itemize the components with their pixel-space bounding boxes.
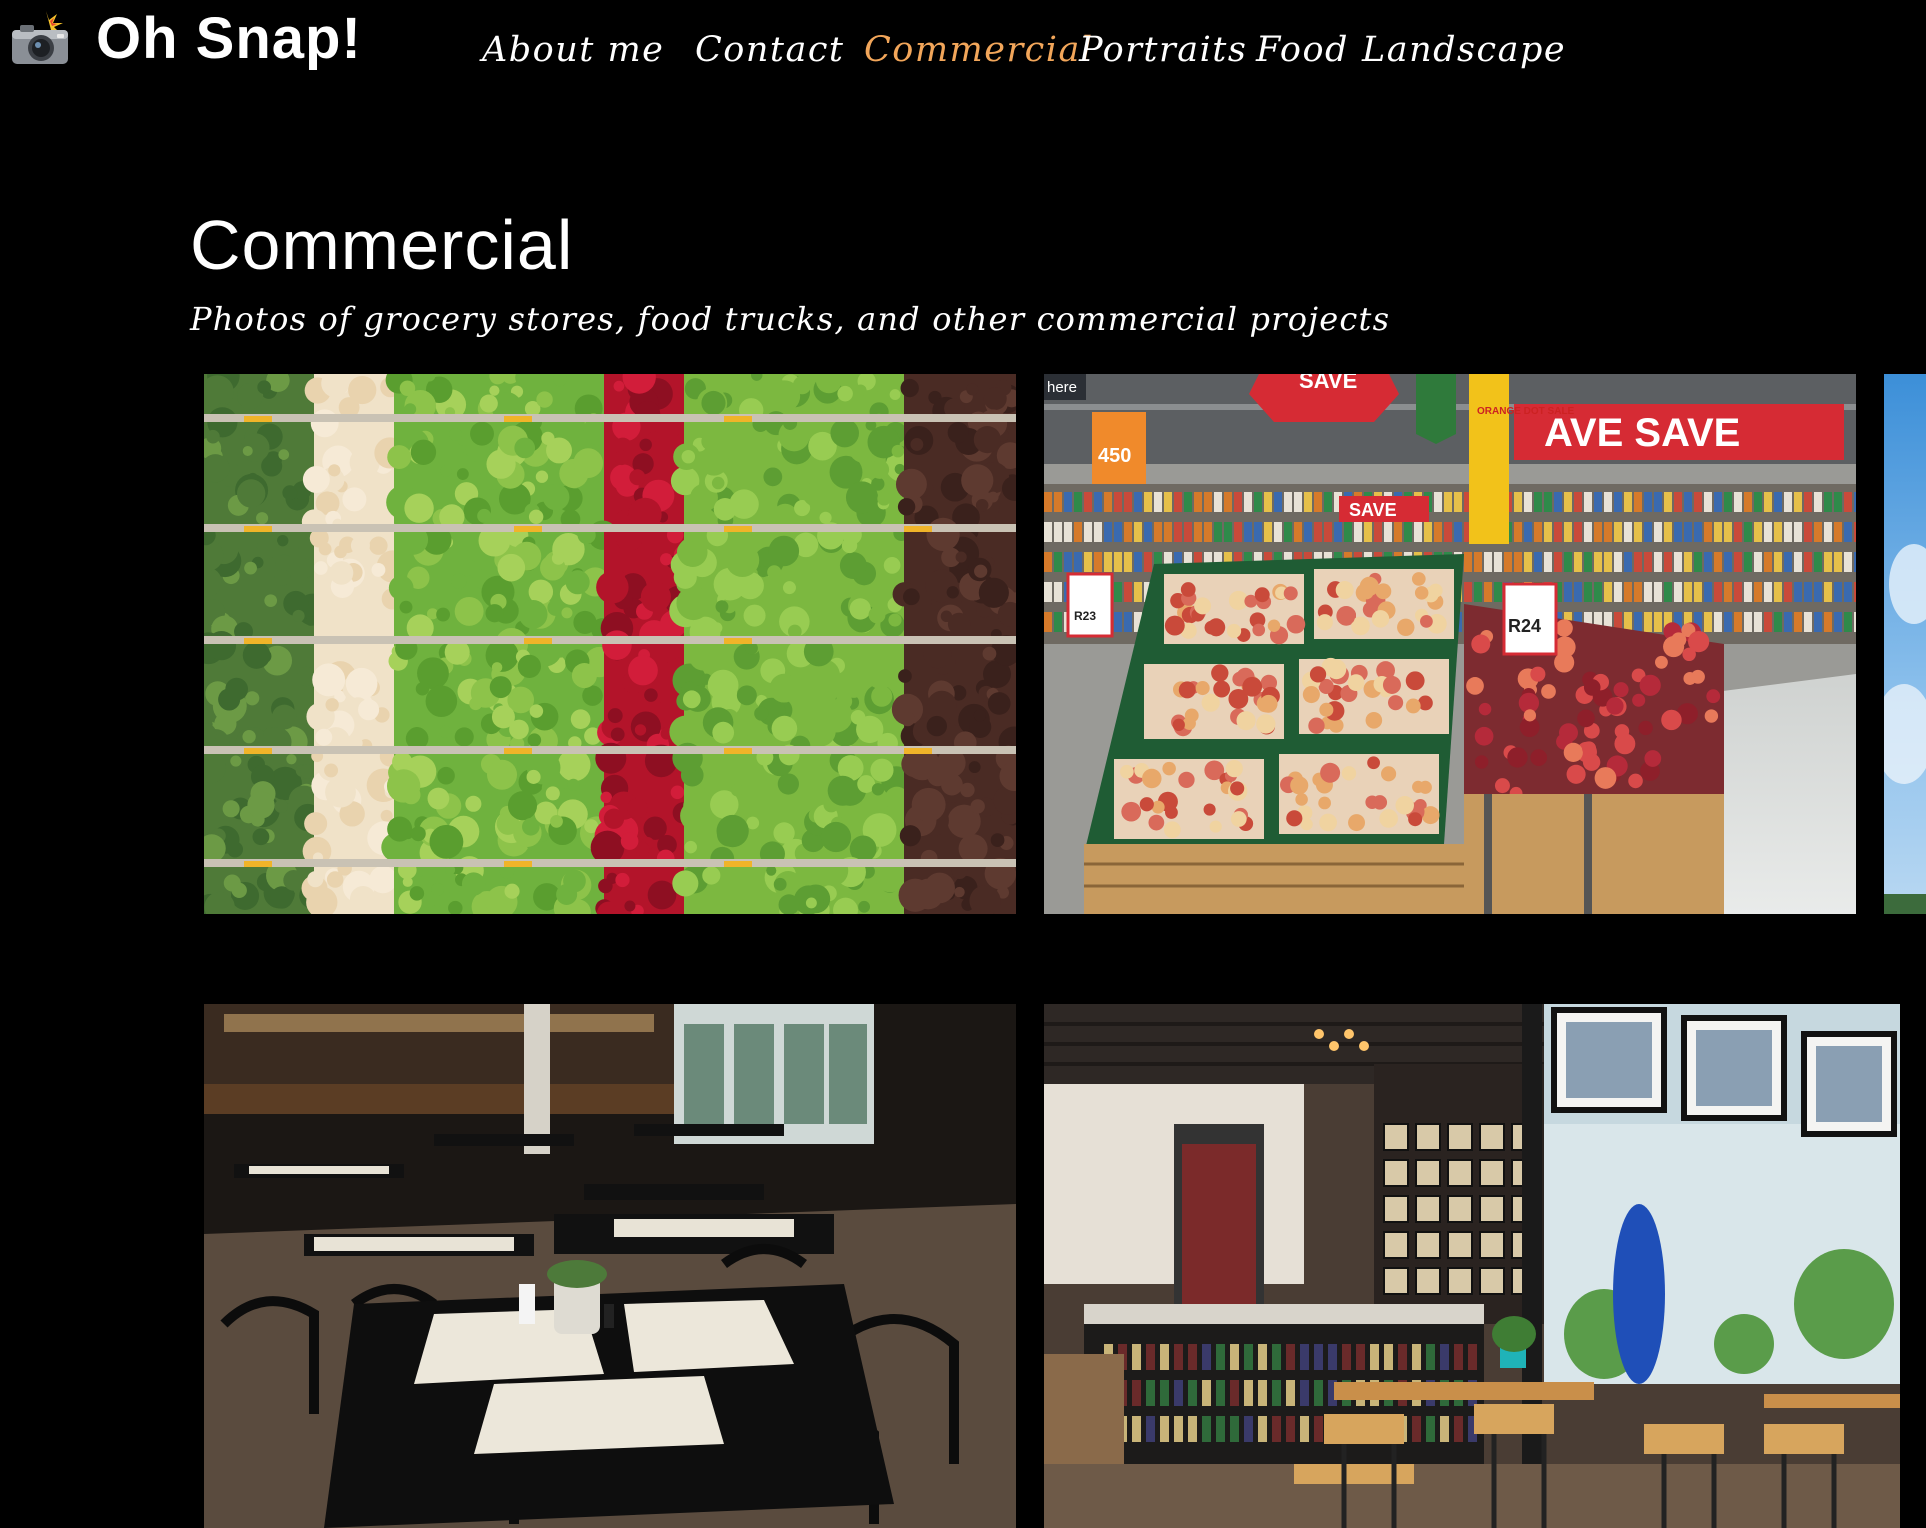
price-sign-r23: R23	[1074, 609, 1096, 623]
sky-partial-image	[1884, 374, 1926, 914]
produce-shelves-image	[204, 374, 1016, 914]
photo-cafe-interior[interactable]	[1044, 1004, 1900, 1528]
page-subtitle: Photos of grocery stores, food trucks, a…	[190, 300, 1391, 338]
price-sign-r24: R24	[1508, 616, 1541, 636]
photo-restaurant-tables[interactable]	[204, 1004, 1016, 1528]
nav-contact[interactable]: Contact	[695, 25, 845, 75]
nav-about-me[interactable]: About me	[482, 25, 664, 75]
nav-food[interactable]: Food	[1256, 25, 1349, 75]
site-title: Oh Snap!	[96, 6, 362, 71]
nav-portraits[interactable]: Portraits	[1079, 25, 1247, 75]
save-sign-top: SAVE	[1299, 374, 1357, 393]
camera-flash-icon	[10, 11, 74, 67]
page-title: Commercial	[190, 206, 574, 284]
restaurant-tables-image	[204, 1004, 1016, 1528]
price-sign-450: 450	[1098, 445, 1131, 467]
save-sign-mid: SAVE	[1349, 500, 1397, 520]
here-sign: here	[1047, 379, 1077, 396]
photo-produce-shelves[interactable]	[204, 374, 1016, 914]
orange-dot-sale-sign: ORANGE DOT SALE	[1477, 406, 1575, 417]
supermarket-aisle-image: AVE SAVE SAVE ORANGE DOT SALE 450 here S…	[1044, 374, 1856, 914]
nav-commercial[interactable]: Commercial	[864, 25, 1094, 75]
photo-supermarket-aisle[interactable]: AVE SAVE SAVE ORANGE DOT SALE 450 here S…	[1044, 374, 1856, 914]
save-banner-text: AVE SAVE	[1544, 411, 1740, 455]
site-header: Oh Snap! About me Contact Commercial Por…	[0, 0, 1926, 110]
nav-landscape[interactable]: Landscape	[1362, 25, 1566, 75]
site-logo[interactable]: Oh Snap!	[10, 8, 362, 70]
cafe-interior-image	[1044, 1004, 1900, 1528]
photo-sky-partial[interactable]	[1884, 374, 1926, 914]
